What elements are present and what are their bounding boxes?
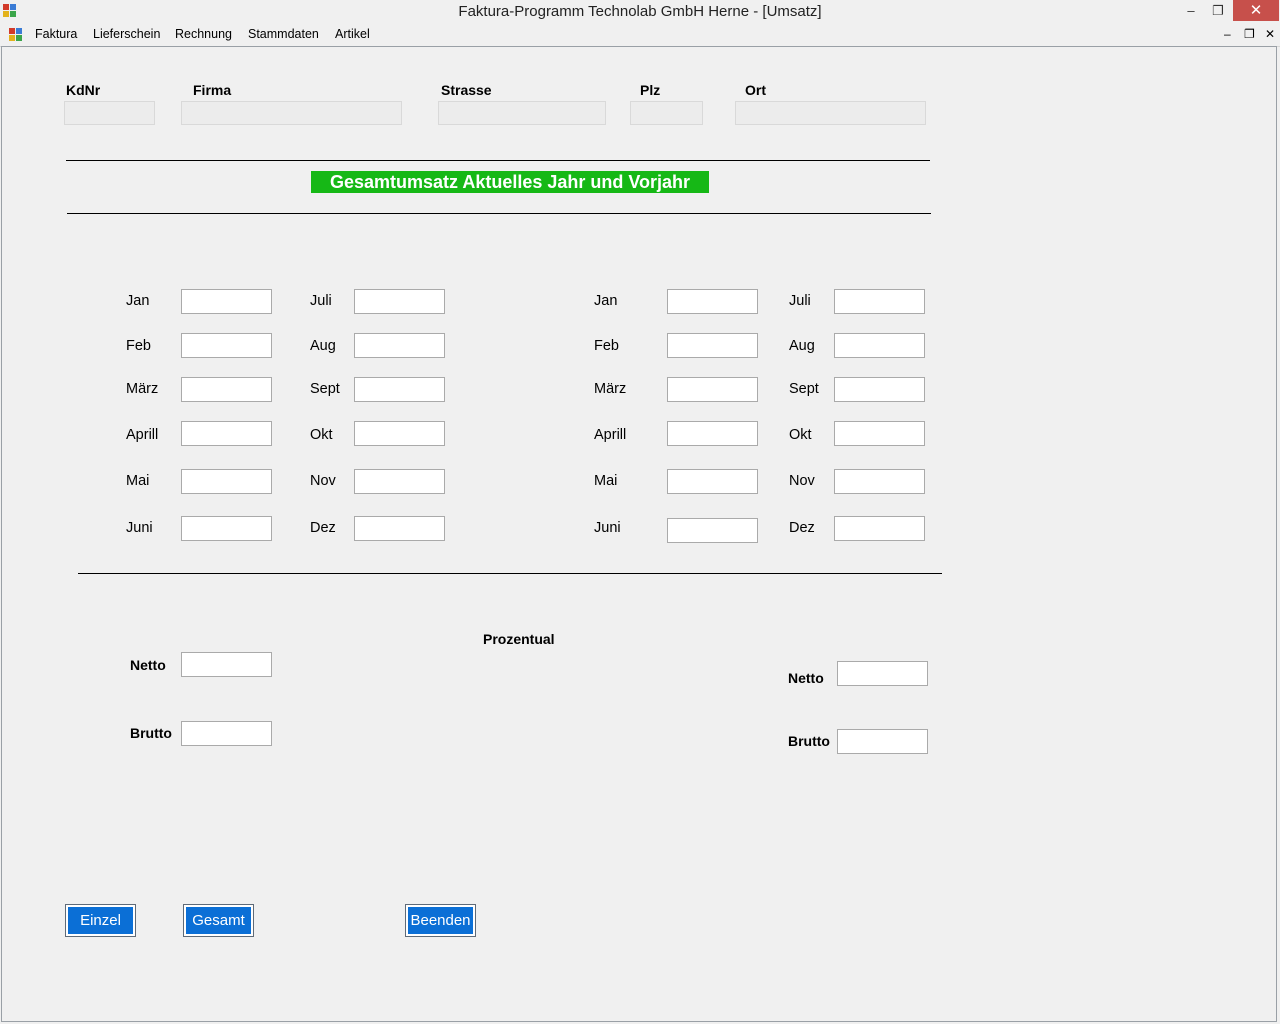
month-label-maerz: März	[126, 381, 159, 397]
menu-stammdaten[interactable]: Stammdaten	[248, 27, 319, 41]
prev-month-label-feb: Feb	[594, 338, 619, 354]
strasse-label: Strasse	[441, 82, 492, 98]
divider-bottom	[78, 573, 942, 574]
prev-month-label-april: Aprill	[594, 427, 627, 443]
month-label-mai: Mai	[126, 473, 150, 489]
plz-field[interactable]	[630, 101, 703, 125]
prev-month-field-jan[interactable]	[667, 289, 758, 314]
prev-brutto-label: Brutto	[788, 733, 830, 749]
prev-month-field-april[interactable]	[667, 421, 758, 446]
month-field-juli[interactable]	[354, 289, 445, 314]
prev-month-label-mai: Mai	[594, 473, 618, 489]
prev-month-label-sept: Sept	[789, 381, 819, 397]
month-label-jan: Jan	[126, 293, 150, 309]
month-label-feb: Feb	[126, 338, 151, 354]
mdi-child-icon[interactable]	[9, 28, 23, 42]
prev-month-label-juni: Juni	[594, 520, 621, 536]
banner-title: Gesamtumsatz Aktuelles Jahr und Vorjahr	[311, 171, 709, 193]
ort-field[interactable]	[735, 101, 926, 125]
month-label-juli: Juli	[310, 293, 332, 309]
beenden-button[interactable]: Beenden	[405, 904, 476, 937]
netto-field[interactable]	[181, 652, 272, 677]
prev-brutto-field[interactable]	[837, 729, 928, 754]
prev-month-label-maerz: März	[594, 381, 627, 397]
prev-month-field-feb[interactable]	[667, 333, 758, 358]
window-title: Faktura-Programm Technolab GmbH Herne - …	[458, 3, 822, 20]
prev-month-label-okt: Okt	[789, 427, 812, 443]
month-label-dez: Dez	[310, 520, 336, 536]
minimize-button[interactable]: –	[1180, 0, 1202, 22]
gesamt-button[interactable]: Gesamt	[183, 904, 254, 937]
month-field-dez[interactable]	[354, 516, 445, 541]
prev-month-field-juni[interactable]	[667, 518, 758, 543]
prev-month-field-dez[interactable]	[834, 516, 925, 541]
close-button[interactable]: ✕	[1233, 0, 1279, 21]
netto-label: Netto	[130, 657, 166, 673]
menu-rechnung[interactable]: Rechnung	[175, 27, 232, 41]
ort-label: Ort	[745, 82, 766, 98]
prev-month-field-juli[interactable]	[834, 289, 925, 314]
plz-label: Plz	[640, 82, 661, 98]
mdi-minimize-button[interactable]: –	[1224, 27, 1231, 41]
prev-month-field-nov[interactable]	[834, 469, 925, 494]
firma-field[interactable]	[181, 101, 402, 125]
month-field-jan[interactable]	[181, 289, 272, 314]
prev-month-label-dez: Dez	[789, 520, 815, 536]
firma-label: Firma	[193, 82, 232, 98]
month-label-okt: Okt	[310, 427, 333, 443]
brutto-label: Brutto	[130, 725, 172, 741]
maximize-button[interactable]: ❐	[1207, 0, 1229, 22]
kdnr-label: KdNr	[66, 82, 101, 98]
month-field-okt[interactable]	[354, 421, 445, 446]
month-label-juni: Juni	[126, 520, 153, 536]
month-field-mai[interactable]	[181, 469, 272, 494]
prev-netto-field[interactable]	[837, 661, 928, 686]
prev-month-field-maerz[interactable]	[667, 377, 758, 402]
prozentual-label: Prozentual	[483, 631, 555, 647]
divider-banner-bottom	[67, 213, 931, 214]
menu-faktura[interactable]: Faktura	[35, 27, 77, 41]
prev-month-field-mai[interactable]	[667, 469, 758, 494]
prev-month-field-aug[interactable]	[834, 333, 925, 358]
month-field-sept[interactable]	[354, 377, 445, 402]
prev-month-label-jan: Jan	[594, 293, 618, 309]
brutto-field[interactable]	[181, 721, 272, 746]
menu-lieferschein[interactable]: Lieferschein	[93, 27, 160, 41]
month-label-april: Aprill	[126, 427, 159, 443]
month-label-nov: Nov	[310, 473, 336, 489]
month-field-april[interactable]	[181, 421, 272, 446]
strasse-field[interactable]	[438, 101, 606, 125]
month-label-sept: Sept	[310, 381, 340, 397]
month-field-feb[interactable]	[181, 333, 272, 358]
menu-artikel[interactable]: Artikel	[335, 27, 370, 41]
prev-month-field-okt[interactable]	[834, 421, 925, 446]
prev-netto-label: Netto	[788, 670, 824, 686]
prev-month-label-aug: Aug	[789, 338, 815, 354]
month-field-maerz[interactable]	[181, 377, 272, 402]
kdnr-field[interactable]	[64, 101, 155, 125]
month-field-nov[interactable]	[354, 469, 445, 494]
divider-top	[66, 160, 930, 161]
einzel-button[interactable]: Einzel	[65, 904, 136, 937]
prev-month-label-nov: Nov	[789, 473, 815, 489]
prev-month-field-sept[interactable]	[834, 377, 925, 402]
month-field-juni[interactable]	[181, 516, 272, 541]
mdi-restore-button[interactable]: ❐	[1244, 27, 1255, 41]
prev-month-label-juli: Juli	[789, 293, 811, 309]
mdi-close-button[interactable]: ✕	[1265, 27, 1275, 41]
month-label-aug: Aug	[310, 338, 336, 354]
month-field-aug[interactable]	[354, 333, 445, 358]
